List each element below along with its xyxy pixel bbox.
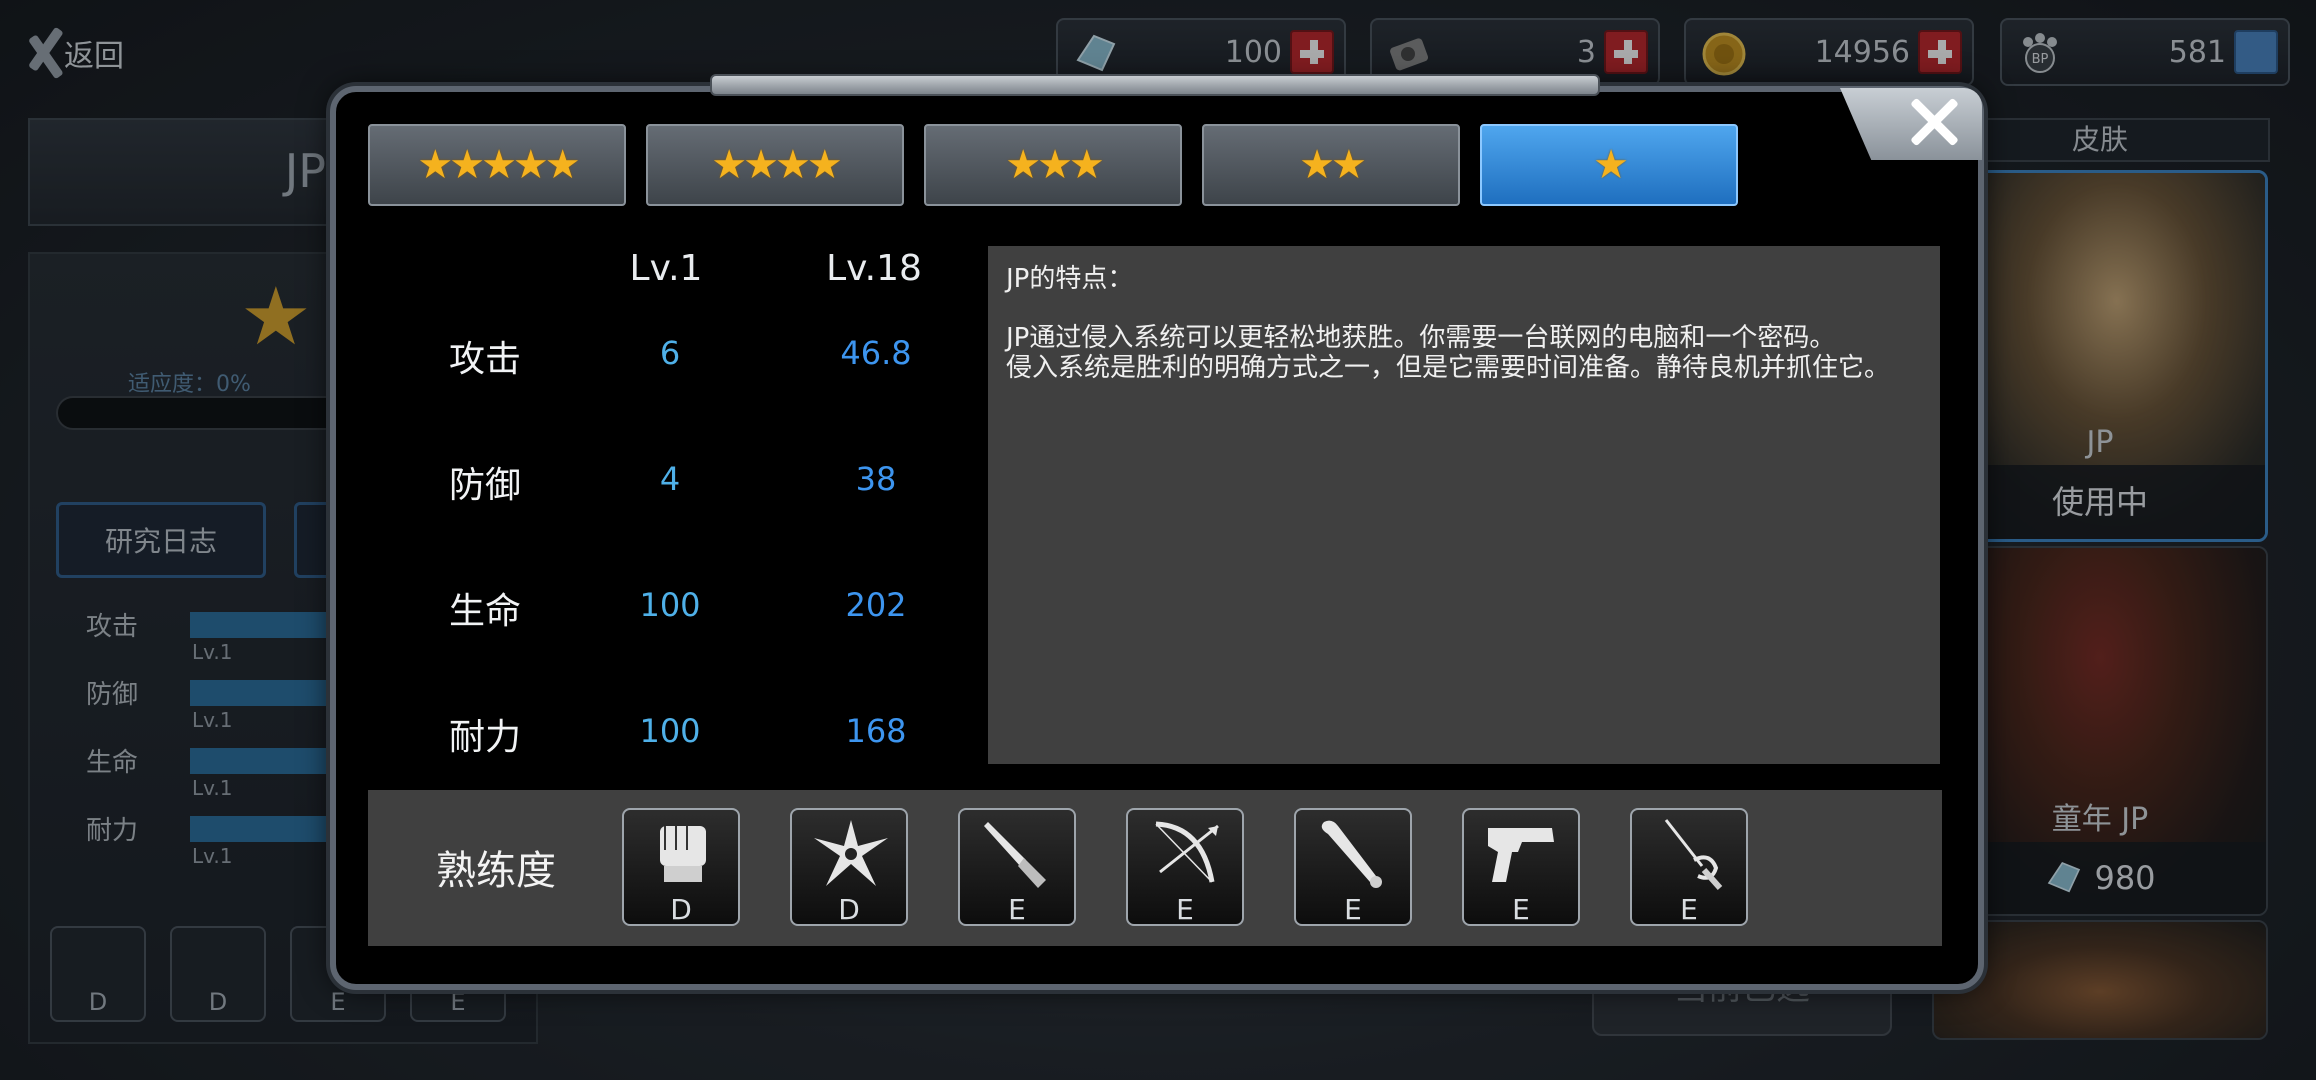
character-name: JP [284,144,326,198]
tab-2-stars[interactable]: ★★ [1202,124,1460,206]
bg-stat-label: 生命 [86,748,139,778]
bp-shop-button[interactable] [2234,30,2278,74]
tab-research-log[interactable]: 研究日志 [56,502,266,578]
description-title: JP的特点： [1006,264,1134,294]
crystal-count: 100 [1224,34,1282,70]
back-button[interactable]: 返回 [22,18,124,88]
knife-icon [984,822,1046,888]
stat-defense-lv18: 38 [855,460,897,498]
bg-stat-level: Lv.1 [192,708,233,732]
shuriken-icon [814,820,888,886]
crystal-icon [2048,861,2081,893]
add-crystal-button[interactable] [1290,30,1334,74]
hard-drive-icon [1390,38,1429,71]
bg-stat-label: 防御 [86,680,139,710]
star-rating-icon: ★★ [1299,142,1367,188]
weapon-grade: E [1680,893,1698,926]
currency-bp: BP 581 [2000,18,2290,86]
gold-count: 14956 [1814,34,1910,70]
column-header-lv18: Lv.18 [826,248,922,289]
skin-status: 使用中 [1935,465,2265,539]
currency-gold: 14956 [1684,18,1974,86]
stat-attack-lv1: 6 [659,334,681,372]
gold-coin-icon [1702,32,1746,76]
stat-label-defense: 防御 [448,465,521,506]
weapon-grade: E [1512,893,1530,926]
weapon-grade: E [1176,893,1194,926]
bg-stat-label: 攻击 [86,612,139,642]
tab-1-star[interactable]: ★ [1480,124,1738,206]
rapier-icon [1664,819,1723,890]
weapon-shuriken[interactable]: D [790,808,908,926]
back-label: 返回 [64,39,124,74]
crystal-icon [1076,34,1116,72]
add-gold-button[interactable] [1918,30,1962,74]
bow-icon [1155,821,1219,883]
proficiency-bar: 熟练度 D D E E E E E [368,790,1942,946]
weapon-grade: E [1344,893,1362,926]
stat-stamina-lv1: 100 [639,712,701,750]
character-name-bar: JP [28,118,358,226]
weapon-bow[interactable]: E [1126,808,1244,926]
weapon-knife[interactable]: E [958,808,1076,926]
column-header-lv1: Lv.1 [629,248,703,289]
weapon-pistol[interactable]: E [1462,808,1580,926]
tab-4-stars[interactable]: ★★★★ [646,124,904,206]
svg-text:BP: BP [2032,52,2049,67]
chevron-left-icon [22,18,56,88]
bg-skill-fist[interactable]: D [50,926,146,1022]
stat-label-health: 生命 [448,591,521,632]
bg-stat-level: Lv.1 [192,640,233,664]
bat-icon [1321,820,1382,888]
stat-health-lv18: 202 [845,586,907,624]
drive-count: 3 [1576,34,1596,70]
fist-icon [660,826,706,882]
skin-name: JP [2086,425,2114,460]
star-rating-icon: ★ [1593,142,1629,188]
pistol-icon [1488,828,1554,882]
stat-label-attack: 攻击 [448,339,521,380]
weapon-grade: D [670,893,692,926]
weapon-grade: E [1008,893,1026,926]
tab-3-stars[interactable]: ★★★ [924,124,1182,206]
stat-stamina-lv18: 168 [845,712,907,750]
skin-price-value: 980 [2094,859,2156,897]
weapon-rapier[interactable]: E [1630,808,1748,926]
stat-label-stamina: 耐力 [448,717,521,758]
weapon-fist[interactable]: D [622,808,740,926]
bg-skill-shuriken[interactable]: D [170,926,266,1022]
star-rating-icon: ★★★★★ [417,142,580,188]
modal-top-rail [710,74,1600,96]
bg-stat-level: Lv.1 [192,776,233,800]
weapon-bat[interactable]: E [1294,808,1412,926]
proficiency-label: 熟练度 [436,848,556,894]
adaptability-label: 适应度：0% [128,372,251,397]
star-icon: ★ [240,270,312,363]
bp-count: 581 [2168,34,2226,70]
bp-paw-icon: BP [2023,33,2057,73]
add-drive-button[interactable] [1604,30,1648,74]
close-icon [1908,96,1960,148]
weapon-grade: D [838,893,860,926]
stat-health-lv1: 100 [639,586,701,624]
bg-stat-label: 耐力 [86,816,139,846]
close-button[interactable] [1840,88,1982,160]
description-text: JP通过侵入系统可以更轻松地获胜。你需要一台联网的电脑和一个密码。 侵入系统是胜… [1006,323,1891,383]
stat-attack-lv18: 46.8 [840,334,912,372]
star-rating-icon: ★★★ [1005,142,1105,188]
bg-stat-level: Lv.1 [192,844,233,868]
stat-defense-lv1: 4 [659,460,681,498]
character-description-box: JP的特点： JP通过侵入系统可以更轻松地获胜。你需要一台联网的电脑和一个密码。… [988,246,1940,764]
star-rating-icon: ★★★★ [711,142,842,188]
tab-5-stars[interactable]: ★★★★★ [368,124,626,206]
